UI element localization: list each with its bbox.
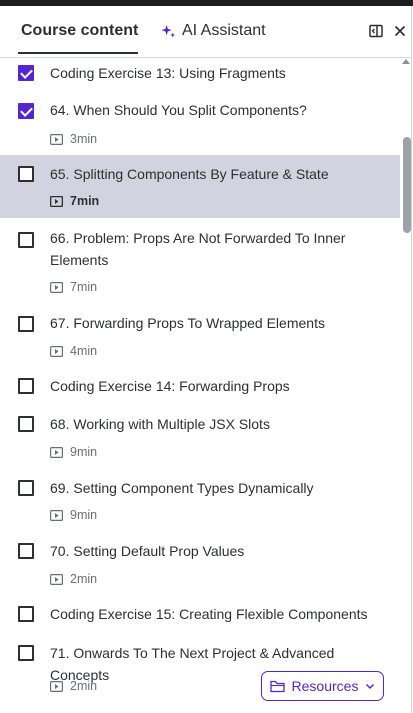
lecture-checkbox[interactable] (18, 543, 34, 559)
duration-text: 2min (70, 572, 98, 586)
lecture-checkbox[interactable] (18, 480, 34, 496)
lecture-duration: 9min (50, 507, 97, 523)
lecture-title: Coding Exercise 15: Creating Flexible Co… (50, 606, 368, 622)
lecture-title: 68. Working with Multiple JSX Slots (50, 416, 270, 432)
lecture-checkbox[interactable] (18, 103, 34, 119)
list-item[interactable]: Coding Exercise 15: Creating Flexible Co… (0, 596, 400, 635)
video-icon (50, 195, 63, 207)
lecture-duration: 2min (50, 678, 97, 694)
lecture-title: Coding Exercise 13: Using Fragments (50, 65, 286, 81)
video-icon (50, 345, 63, 357)
list-item[interactable]: Coding Exercise 14: Forwarding Props (0, 367, 400, 406)
video-icon (50, 509, 63, 521)
video-icon (50, 281, 63, 293)
lecture-duration: 7min (50, 279, 97, 295)
list-item[interactable]: 69. Setting Component Types Dynamically … (0, 470, 400, 533)
chevron-down-icon (366, 683, 375, 689)
lecture-title: 67. Forwarding Props To Wrapped Elements (50, 315, 325, 331)
lecture-title: Coding Exercise 14: Forwarding Props (50, 378, 290, 394)
lecture-checkbox[interactable] (18, 378, 34, 394)
tab-ai-assistant-label: AI Assistant (182, 22, 266, 39)
list-item[interactable]: 64. When Should You Split Components? 3m… (0, 88, 400, 154)
duration-text: 3min (70, 132, 98, 146)
lecture-title: 64. When Should You Split Components? (50, 102, 307, 118)
tab-ai-assistant[interactable]: AI Assistant (161, 22, 266, 40)
sidebar-tabs: Course content AI Assistant (0, 6, 411, 58)
tab-course-content[interactable]: Course content (21, 22, 138, 40)
lecture-title: 69. Setting Component Types Dynamically (50, 480, 314, 496)
lecture-duration: 2min (50, 571, 97, 587)
folder-icon (269, 680, 285, 692)
duration-text: 9min (70, 508, 98, 522)
lecture-checkbox[interactable] (18, 65, 34, 81)
lecture-duration: 7min (50, 193, 99, 209)
resources-label: Resources (291, 678, 359, 694)
lecture-checkbox[interactable] (18, 232, 34, 248)
resources-button[interactable]: Resources (261, 671, 384, 701)
list-item[interactable]: 68. Working with Multiple JSX Slots 9min (0, 406, 400, 470)
lecture-list: Coding Exercise 13: Using Fragments 64. … (0, 52, 411, 707)
lecture-checkbox[interactable] (18, 645, 34, 661)
video-icon (50, 446, 63, 458)
scroll-up-arrow-icon[interactable] (402, 59, 410, 64)
close-icon[interactable] (391, 22, 409, 40)
lecture-duration: 4min (50, 343, 97, 359)
duration-text: 7min (70, 194, 100, 208)
lecture-duration: 9min (50, 444, 97, 460)
collapse-panel-icon[interactable] (367, 22, 385, 40)
lecture-checkbox[interactable] (18, 416, 34, 432)
duration-text: 4min (70, 344, 98, 358)
list-item[interactable]: Coding Exercise 13: Using Fragments (0, 52, 400, 88)
scrollbar-thumb[interactable] (403, 137, 411, 233)
sparkle-icon (161, 24, 176, 39)
list-item-active[interactable]: 65. Splitting Components By Feature & St… (0, 155, 400, 218)
lecture-duration: 3min (50, 131, 97, 147)
lecture-checkbox[interactable] (18, 316, 34, 332)
lecture-checkbox[interactable] (18, 166, 34, 182)
list-item[interactable]: 66. Problem: Props Are Not Forwarded To … (0, 218, 400, 303)
list-item[interactable]: 67. Forwarding Props To Wrapped Elements… (0, 303, 400, 367)
video-icon (50, 133, 63, 145)
video-icon (50, 680, 63, 692)
duration-text: 7min (70, 280, 98, 294)
lecture-title: 65. Splitting Components By Feature & St… (50, 166, 329, 182)
duration-text: 9min (70, 445, 98, 459)
duration-text: 2min (70, 679, 98, 693)
list-item[interactable]: 70. Setting Default Prop Values 2min (0, 533, 400, 596)
lecture-checkbox[interactable] (18, 606, 34, 622)
video-icon (50, 573, 63, 585)
lecture-title: 66. Problem: Props Are Not Forwarded To … (50, 230, 346, 268)
lecture-title: 70. Setting Default Prop Values (50, 543, 245, 559)
